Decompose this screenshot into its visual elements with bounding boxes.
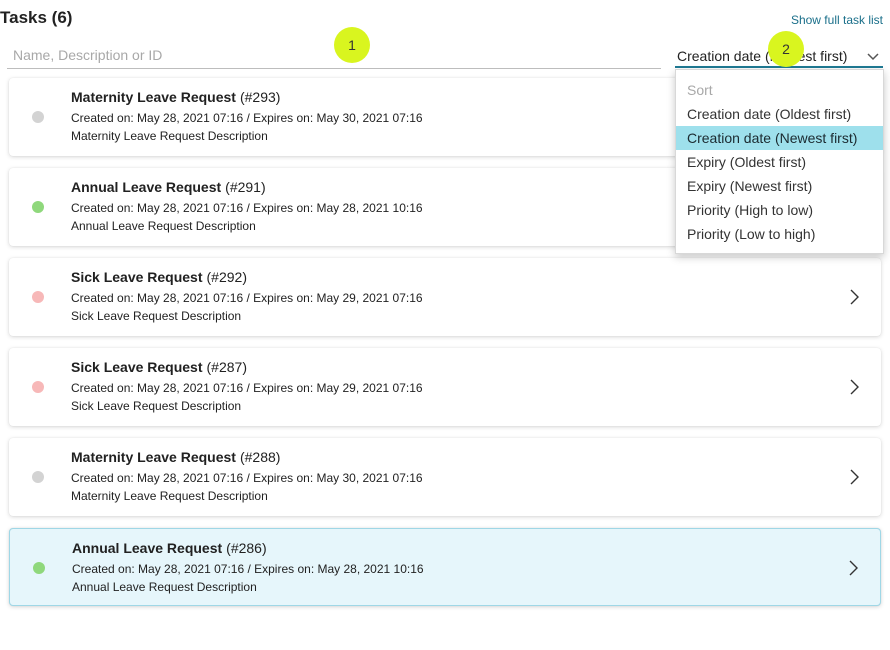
task-id: (#293) [239, 89, 281, 105]
task-name: Sick Leave Request [71, 359, 203, 375]
task-card[interactable]: Maternity Leave Request (#288) Created on:… [9, 438, 881, 516]
task-title: Annual Leave Request (#286) [72, 540, 267, 556]
chevron-right-icon [850, 469, 859, 485]
task-name: Maternity Leave Request [71, 449, 236, 465]
sort-option[interactable]: Priority (High to low) [676, 198, 883, 222]
chevron-right-icon [849, 560, 858, 576]
task-dates: Created on: May 28, 2021 07:16 / Expires… [71, 381, 423, 395]
sort-option[interactable]: Creation date (Newest first) [676, 126, 883, 150]
task-dates: Created on: May 28, 2021 07:16 / Expires… [71, 291, 423, 305]
task-name: Sick Leave Request [71, 269, 203, 285]
show-full-task-list-link[interactable]: Show full task list [791, 13, 883, 27]
status-dot-icon [32, 381, 44, 393]
task-title: Maternity Leave Request (#293) [71, 89, 280, 105]
status-dot-icon [32, 471, 44, 483]
task-id: (#291) [225, 179, 266, 195]
task-dates: Created on: May 28, 2021 07:16 / Expires… [71, 471, 423, 485]
task-dates: Created on: May 28, 2021 07:16 / Expires… [71, 201, 423, 215]
task-name: Annual Leave Request [71, 179, 222, 195]
task-description: Annual Leave Request Description [71, 219, 256, 233]
status-dot-icon [32, 291, 44, 303]
page-title: Tasks (6) [0, 8, 73, 27]
sort-option[interactable]: Expiry (Oldest first) [676, 150, 883, 174]
task-description: Maternity Leave Request Description [71, 489, 268, 503]
chevron-right-icon [850, 379, 859, 395]
chevron-right-icon [850, 289, 859, 305]
sort-option[interactable]: Priority (Low to high) [676, 222, 883, 246]
task-title: Annual Leave Request (#291) [71, 179, 266, 195]
status-dot-icon [33, 562, 45, 574]
sort-option[interactable]: Creation date (Oldest first) [676, 102, 883, 126]
task-name: Maternity Leave Request [71, 89, 236, 105]
task-title: Maternity Leave Request (#288) [71, 449, 280, 465]
task-title: Sick Leave Request (#292) [71, 269, 247, 285]
task-dates: Created on: May 28, 2021 07:16 / Expires… [72, 562, 424, 576]
task-description: Sick Leave Request Description [71, 399, 242, 413]
sort-option[interactable]: Expiry (Newest first) [676, 174, 883, 198]
sort-dropdown-menu: Sort Creation date (Oldest first) Creation… [675, 69, 884, 254]
task-dates: Created on: May 28, 2021 07:16 / Expires… [71, 111, 423, 125]
status-dot-icon [32, 111, 44, 123]
task-card[interactable]: Sick Leave Request (#292) Created on: May … [9, 258, 881, 336]
sort-menu-header: Sort [687, 82, 713, 98]
task-id: (#286) [226, 540, 267, 556]
task-name: Annual Leave Request [72, 540, 223, 556]
task-description: Maternity Leave Request Description [71, 129, 268, 143]
task-description: Sick Leave Request Description [71, 309, 242, 323]
annotation-badge-2: 2 [768, 31, 804, 67]
chevron-down-icon [867, 53, 879, 61]
task-id: (#292) [206, 269, 247, 285]
annotation-badge-1: 1 [334, 27, 370, 63]
task-id: (#288) [239, 449, 281, 465]
task-title: Sick Leave Request (#287) [71, 359, 247, 375]
task-card[interactable]: Sick Leave Request (#287) Created on: May … [9, 348, 881, 426]
task-card[interactable]: Annual Leave Request (#286) Created on: Ma… [9, 528, 881, 606]
sort-selected-value: Creation date (Newest first) [677, 48, 848, 64]
task-id: (#287) [206, 359, 247, 375]
task-description: Annual Leave Request Description [72, 580, 257, 594]
status-dot-icon [32, 201, 44, 213]
